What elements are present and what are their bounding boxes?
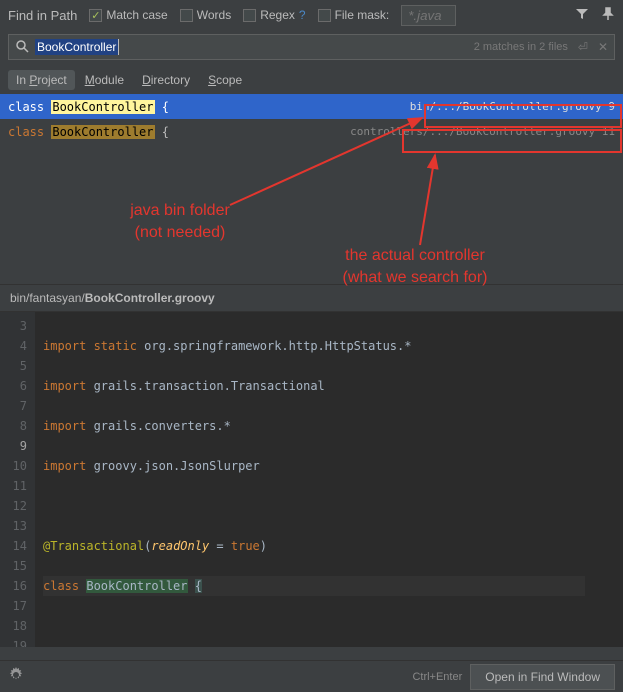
annotation-text: java bin folder(not needed) bbox=[90, 200, 270, 245]
checkbox-icon bbox=[89, 9, 102, 22]
annotation-text: the actual controller(what we search for… bbox=[300, 245, 530, 290]
open-find-window-button[interactable]: Open in Find Window bbox=[470, 664, 615, 690]
header-toolbar: Find in Path Match case Words Regex ? Fi… bbox=[0, 0, 623, 30]
code-preview[interactable]: 345678910111213141516171819 import stati… bbox=[0, 312, 623, 647]
result-path: bin/.../BookController.groovy 9 bbox=[410, 100, 615, 113]
words-option[interactable]: Words bbox=[180, 8, 231, 22]
scope-tabs: In Project Module Directory Scope bbox=[0, 64, 623, 94]
tab-in-project[interactable]: In Project bbox=[8, 70, 75, 90]
shortcut-hint: Ctrl+Enter bbox=[412, 671, 462, 683]
tab-scope[interactable]: Scope bbox=[200, 70, 250, 90]
tab-directory[interactable]: Directory bbox=[134, 70, 198, 90]
regex-label: Regex bbox=[260, 8, 295, 22]
words-label: Words bbox=[197, 8, 231, 22]
checkbox-icon bbox=[318, 9, 331, 22]
footer-bar: Ctrl+Enter Open in Find Window bbox=[0, 660, 623, 692]
checkbox-icon bbox=[243, 9, 256, 22]
search-field[interactable]: BookController 2 matches in 2 files ⏎ ✕ bbox=[8, 34, 615, 60]
regex-option[interactable]: Regex ? bbox=[243, 8, 305, 22]
dialog-title: Find in Path bbox=[8, 8, 77, 23]
newline-icon[interactable]: ⏎ bbox=[574, 40, 592, 54]
result-match: BookController bbox=[51, 100, 154, 114]
match-count: 2 matches in 2 files bbox=[468, 41, 574, 53]
clear-icon[interactable]: ✕ bbox=[592, 40, 614, 54]
result-match: BookController bbox=[51, 125, 154, 139]
tab-module[interactable]: Module bbox=[77, 70, 132, 90]
code-content: import static org.springframework.http.H… bbox=[35, 312, 593, 647]
results-list: class BookController { bin/.../BookContr… bbox=[0, 94, 623, 144]
regex-help-icon[interactable]: ? bbox=[299, 8, 306, 22]
file-mask-input[interactable] bbox=[401, 5, 456, 26]
match-case-option[interactable]: Match case bbox=[89, 8, 167, 22]
keyword: class bbox=[8, 125, 51, 139]
checkbox-icon bbox=[180, 9, 193, 22]
filter-icon[interactable] bbox=[575, 7, 589, 24]
gear-icon[interactable] bbox=[8, 667, 24, 686]
keyword: class bbox=[8, 100, 51, 114]
search-query: BookController bbox=[35, 39, 119, 55]
match-case-label: Match case bbox=[106, 8, 167, 22]
pin-icon[interactable] bbox=[601, 7, 615, 24]
result-row[interactable]: class BookController { controllers/.../B… bbox=[0, 119, 623, 144]
result-row[interactable]: class BookController { bin/.../BookContr… bbox=[0, 94, 623, 119]
line-gutter: 345678910111213141516171819 bbox=[0, 312, 35, 647]
file-mask-option[interactable]: File mask: bbox=[318, 8, 390, 22]
search-icon bbox=[9, 39, 35, 56]
file-mask-label: File mask: bbox=[335, 8, 390, 22]
result-path: controllers/.../BookController.groovy 11 bbox=[350, 125, 615, 138]
